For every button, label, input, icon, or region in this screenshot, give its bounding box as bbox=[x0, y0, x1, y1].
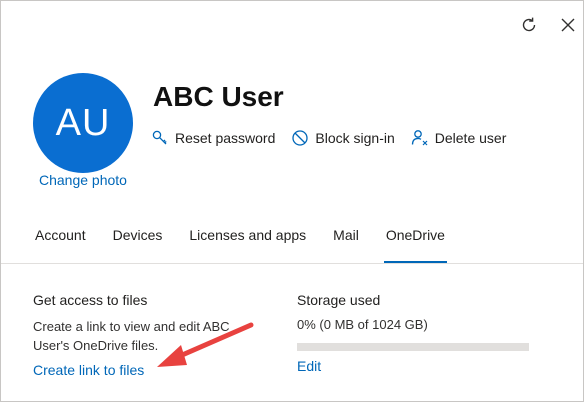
refresh-icon bbox=[522, 17, 536, 32]
storage-used-value: 0% (0 MB of 1024 GB) bbox=[297, 317, 428, 332]
tab-mail[interactable]: Mail bbox=[333, 227, 359, 253]
user-details-panel: AU Change photo ABC User Reset password … bbox=[0, 0, 584, 402]
create-link-to-files-link[interactable]: Create link to files bbox=[33, 362, 144, 378]
tab-licenses-and-apps[interactable]: Licenses and apps bbox=[189, 227, 306, 253]
refresh-button[interactable] bbox=[517, 13, 541, 37]
block-sign-in-button[interactable]: Block sign-in bbox=[291, 129, 395, 147]
files-section-heading: Get access to files bbox=[33, 292, 148, 308]
close-icon bbox=[561, 18, 575, 32]
tab-divider bbox=[1, 263, 583, 264]
storage-edit-link[interactable]: Edit bbox=[297, 358, 321, 374]
tab-bar: Account Devices Licenses and apps Mail O… bbox=[35, 227, 472, 263]
block-icon bbox=[292, 130, 309, 146]
tab-onedrive[interactable]: OneDrive bbox=[383, 227, 448, 263]
user-display-name: ABC User bbox=[153, 81, 284, 112]
delete-user-label: Delete user bbox=[434, 130, 507, 146]
tab-account[interactable]: Account bbox=[35, 227, 86, 253]
storage-progress-bar bbox=[297, 343, 529, 351]
block-sign-in-label: Block sign-in bbox=[315, 130, 395, 146]
files-description: Create a link to view and edit ABC User'… bbox=[33, 319, 230, 353]
delete-user-icon bbox=[411, 130, 428, 146]
avatar: AU bbox=[33, 73, 133, 173]
storage-section-heading: Storage used bbox=[297, 292, 381, 308]
change-photo-link[interactable]: Change photo bbox=[39, 172, 127, 188]
delete-user-button[interactable]: Delete user bbox=[411, 129, 507, 147]
reset-password-label: Reset password bbox=[175, 130, 276, 146]
key-icon bbox=[152, 130, 167, 145]
tab-devices[interactable]: Devices bbox=[113, 227, 163, 253]
close-button[interactable] bbox=[556, 13, 580, 37]
avatar-initials: AU bbox=[55, 101, 111, 144]
reset-password-button[interactable]: Reset password bbox=[151, 129, 275, 147]
user-actions-toolbar: Reset password Block sign-in Delete user bbox=[151, 129, 522, 147]
